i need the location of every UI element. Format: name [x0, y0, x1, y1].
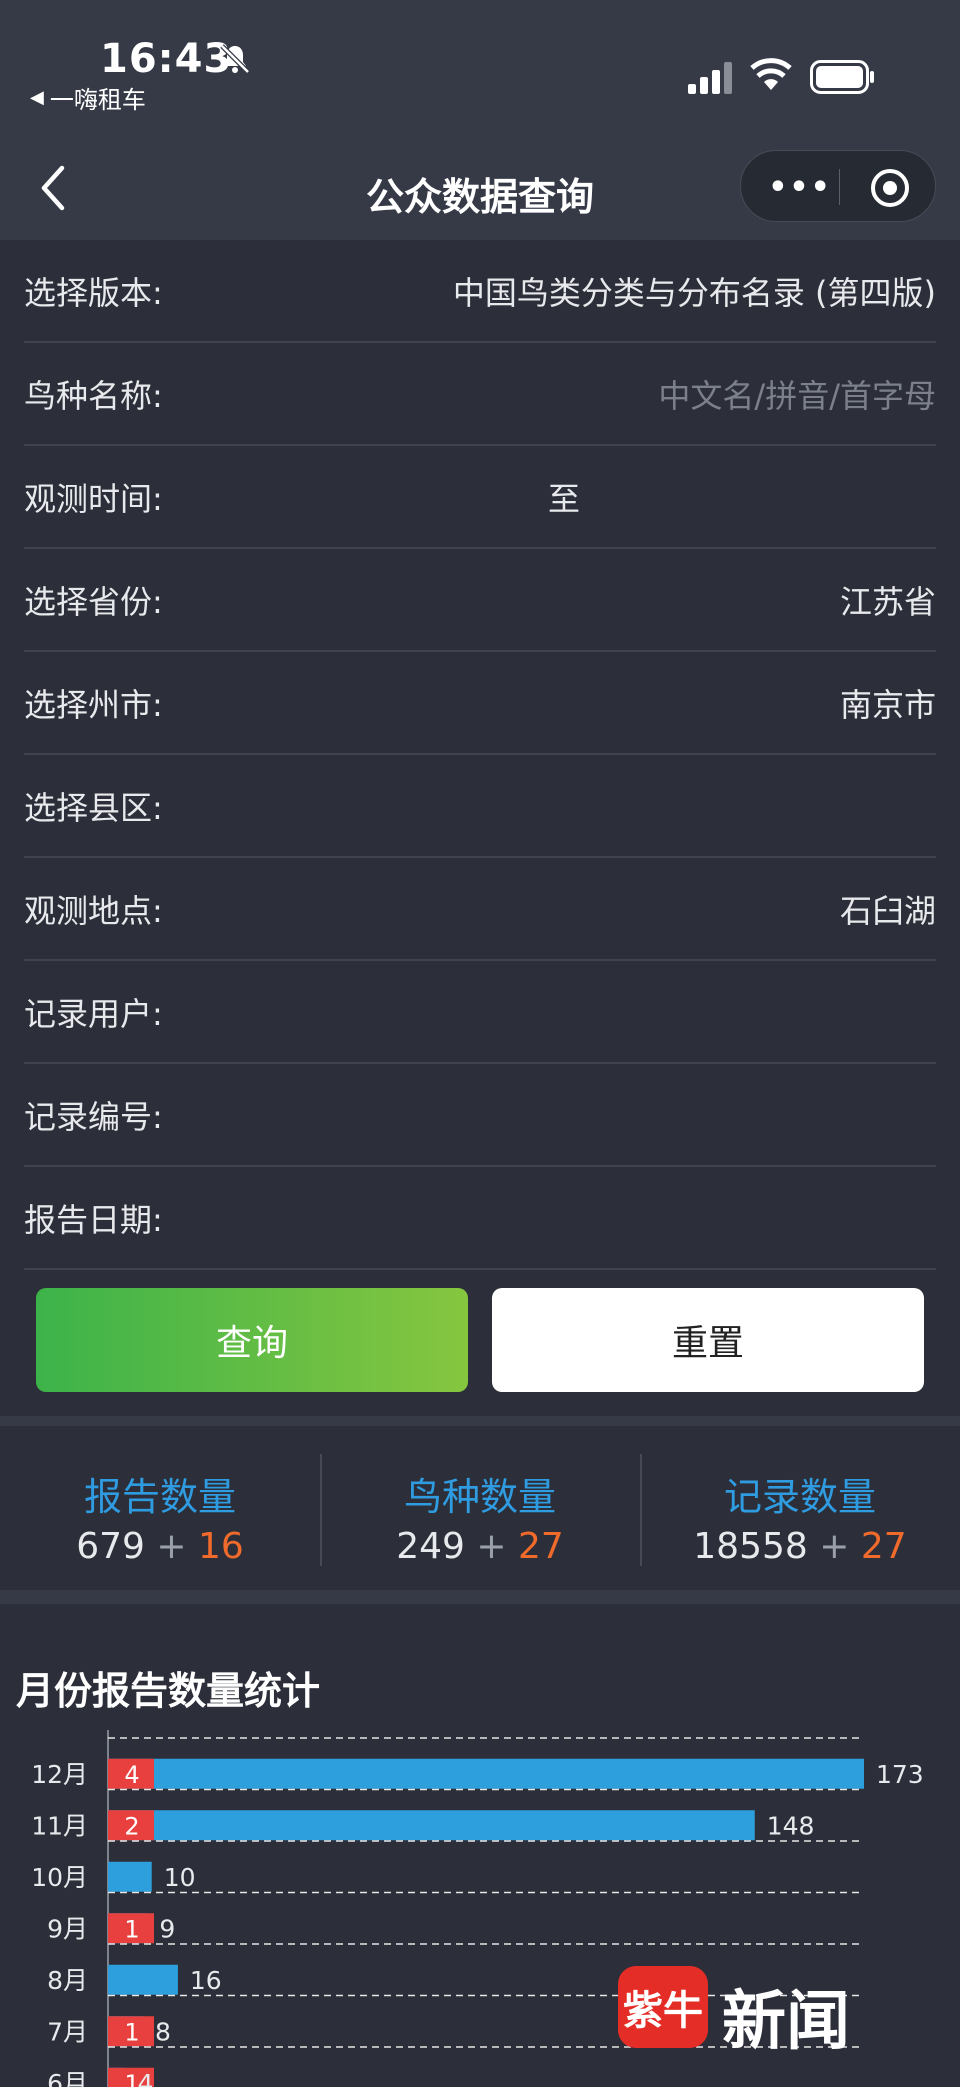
back-app-label: 一嗨租车 — [49, 86, 146, 114]
nav-bar: 公众数据查询 ••• — [0, 140, 960, 240]
row-user[interactable]: 记录用户: — [24, 961, 936, 1064]
bar-total — [108, 1964, 178, 1995]
bar-increment-label: 1 — [124, 2018, 139, 2046]
bar-increment-label: 1 — [124, 1915, 139, 1943]
row-location[interactable]: 观测地点: 石臼湖 — [24, 858, 936, 961]
city-label: 选择州市: — [24, 686, 163, 724]
bar-value-label: 173 — [876, 1760, 924, 1789]
category-label: 7月 — [47, 2017, 88, 2046]
row-province[interactable]: 选择省份: 江苏省 — [24, 549, 936, 652]
bar-total — [108, 1861, 152, 1892]
bar-total — [108, 1810, 755, 1841]
version-select[interactable]: 中国鸟类分类与分布名录 (第四版) — [453, 268, 936, 314]
query-button[interactable]: 查询 — [36, 1288, 468, 1392]
stat-value: 679 + 16 — [0, 1526, 320, 1567]
observe-time-label: 观测时间: — [24, 480, 163, 518]
bar-value-label: 9 — [159, 1914, 175, 1943]
watermark: 紫牛 新闻 — [618, 1966, 898, 2059]
bar-increment-label: 2 — [124, 1812, 139, 1840]
stat-increment: 27 — [517, 1526, 564, 1567]
bell-muted-icon — [220, 44, 250, 74]
stat-title: 记录数量 — [723, 1475, 876, 1519]
stat-base: 679 — [76, 1526, 145, 1567]
category-label: 6月 — [47, 2069, 88, 2087]
province-label: 选择省份: — [24, 583, 163, 621]
row-city[interactable]: 选择州市: 南京市 — [24, 652, 936, 755]
stat-title: 鸟种数量 — [403, 1475, 556, 1519]
category-label: 11月 — [31, 1811, 88, 1840]
row-observe-time[interactable]: 观测时间: 至 — [24, 446, 936, 549]
back-to-app-link[interactable]: ◀ 一嗨租车 — [30, 80, 146, 115]
category-label: 9月 — [47, 1914, 88, 1943]
location-label: 观测地点: — [24, 892, 163, 930]
county-label: 选择县区: — [24, 789, 163, 827]
capsule-divider — [839, 169, 840, 205]
user-label: 记录用户: — [24, 995, 163, 1033]
row-species[interactable]: 鸟种名称: 中文名/拼音/首字母 — [24, 343, 936, 446]
row-record-id[interactable]: 记录编号: — [24, 1064, 936, 1167]
province-select[interactable]: 江苏省 — [840, 577, 936, 623]
stat-value: 249 + 27 — [320, 1526, 640, 1567]
report-date-label: 报告日期: — [24, 1201, 163, 1239]
species-input[interactable]: 中文名/拼音/首字母 — [658, 371, 936, 417]
wifi-icon — [750, 58, 792, 90]
more-icon[interactable]: ••• — [765, 151, 835, 223]
watermark-logo: 紫牛 — [618, 1966, 708, 2048]
row-version[interactable]: 选择版本: 中国鸟类分类与分布名录 (第四版) — [24, 240, 936, 343]
clock: 16:43 — [100, 36, 233, 82]
bar-value-label: 4 — [137, 2069, 153, 2087]
stat-plus: + — [476, 1526, 507, 1567]
close-target-icon[interactable] — [871, 169, 909, 207]
stat-species: 鸟种数量 249 + 27 — [320, 1426, 640, 1590]
watermark-text: 新闻 — [722, 1984, 850, 2059]
bar-value-label: 148 — [767, 1811, 815, 1840]
category-label: 10月 — [31, 1863, 88, 1892]
row-county[interactable]: 选择县区: — [24, 755, 936, 858]
version-label: 选择版本: — [24, 274, 163, 312]
stat-title: 报告数量 — [83, 1475, 236, 1519]
battery-icon — [810, 60, 874, 94]
mini-program-capsule: ••• — [740, 150, 936, 222]
summary-stats: 报告数量 679 + 16 鸟种数量 249 + 27 记录数量 18558 +… — [0, 1426, 960, 1590]
record-id-label: 记录编号: — [24, 1098, 163, 1136]
bar-value-label: 16 — [190, 1966, 222, 1995]
stat-reports: 报告数量 679 + 16 — [0, 1426, 320, 1590]
row-report-date[interactable]: 报告日期: — [24, 1167, 936, 1270]
bar-value-label: 10 — [164, 1863, 196, 1892]
bar-value-label: 8 — [155, 2017, 171, 2046]
location-select[interactable]: 石臼湖 — [840, 886, 936, 932]
bar-increment-label: 4 — [124, 1761, 139, 1789]
query-form: 选择版本: 中国鸟类分类与分布名录 (第四版) 鸟种名称: 中文名/拼音/首字母… — [0, 240, 960, 1416]
stat-base: 18558 — [693, 1526, 808, 1567]
stat-increment: 16 — [197, 1526, 244, 1567]
status-bar: 16:43 ◀ 一嗨租车 — [0, 0, 960, 140]
stat-records: 记录数量 18558 + 27 — [640, 1426, 960, 1590]
back-triangle-icon: ◀ — [30, 87, 44, 108]
category-label: 8月 — [47, 1966, 88, 1995]
city-select[interactable]: 南京市 — [840, 680, 936, 726]
stat-value: 18558 + 27 — [640, 1526, 960, 1567]
stat-base: 249 — [396, 1526, 465, 1567]
category-label: 12月 — [31, 1760, 88, 1789]
species-label: 鸟种名称: — [24, 377, 163, 415]
stat-plus: + — [819, 1526, 850, 1567]
stat-increment: 27 — [860, 1526, 907, 1567]
signal-icon — [688, 62, 732, 94]
stat-plus: + — [156, 1526, 187, 1567]
date-range-separator: 至 — [548, 480, 581, 518]
bar-total — [108, 1758, 864, 1789]
reset-button[interactable]: 重置 — [492, 1288, 924, 1392]
